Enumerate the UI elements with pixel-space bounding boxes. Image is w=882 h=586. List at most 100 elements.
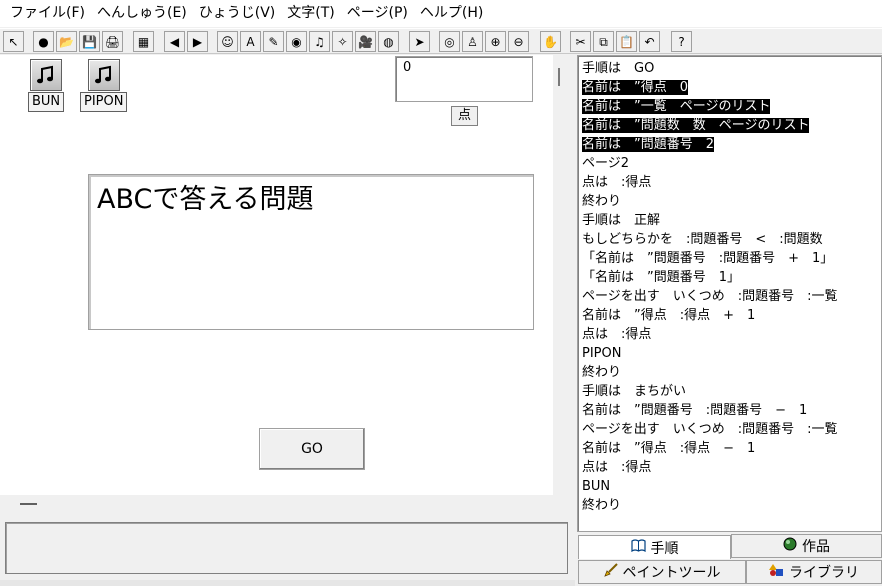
magic-wand-icon[interactable]: ✧ [332,31,353,52]
script-panel[interactable]: 手順は GO 名前は ”得点 0 名前は ”一覧 ページのリスト名前は ”問題数 数… [577,55,882,532]
save-icon[interactable]: 💾 [79,31,100,52]
music-icon[interactable]: ♫ [309,31,330,52]
copy-icon[interactable]: ⧉ [593,31,614,52]
next-page-icon[interactable]: ▶ [187,31,208,52]
script-line-text: 手順は GO [582,61,655,76]
script-line[interactable]: もしどちらかを :問題番号 < :問題数 [582,230,877,249]
score-field[interactable]: 0 [395,56,533,102]
prev-page-icon[interactable]: ◀ [164,31,185,52]
help-icon[interactable]: ? [671,31,692,52]
horizontal-scroll-strip[interactable] [0,495,575,519]
music-note-icon [30,59,63,91]
tab-library[interactable]: ライブラリ [746,560,882,584]
script-line[interactable]: 名前は ”問題数 数 ページのリスト [582,116,877,135]
pipon-sound-button[interactable]: PIPON [80,59,128,112]
tab-procedure-label: 手順 [650,540,679,557]
script-line[interactable]: 名前は ”得点 :得点 − 1 [582,439,877,458]
movie-icon[interactable]: 🎥 [355,31,376,52]
menu-item-2[interactable]: ひょうじ(V) [193,0,282,27]
script-line[interactable]: ページを出す いくつめ :問題番号 :一覧 [582,420,877,439]
script-line-text: ページを出す いくつめ :問題番号 :一覧 [582,289,838,304]
paste-icon[interactable]: 📋 [616,31,637,52]
go-button[interactable]: GO [259,428,365,470]
tab-paint-tool-label: ペイントツール [622,565,721,581]
script-line[interactable]: PIPON [582,344,877,363]
script-line[interactable]: 終わり [582,496,877,515]
script-line[interactable]: ページ2 [582,154,877,173]
tab-procedure[interactable]: 手順 [578,535,731,559]
script-line[interactable]: 名前は ”一覧 ページのリスト [582,97,877,116]
undo-icon[interactable]: ↶ [639,31,660,52]
bun-label: BUN [28,92,65,112]
script-line[interactable]: 点は :得点 [582,173,877,192]
score-label: 点 [451,106,478,126]
script-line-text: 終わり [582,194,622,209]
tab-works[interactable]: 作品 [731,534,882,558]
script-line[interactable]: 点は :得点 [582,458,877,477]
script-line-text: 「名前は ”問題番号 :問題番号 + 1」 [582,251,834,266]
menu-item-4[interactable]: ページ(P) [341,0,414,27]
script-line[interactable]: 名前は ”得点 0 [582,78,877,97]
text-box-icon[interactable]: A [240,31,261,52]
bottom-edge [0,580,575,586]
script-line[interactable]: 手順は 正解 [582,211,877,230]
menu-item-3[interactable]: 文字(T) [281,0,340,27]
scroll-indicator[interactable] [558,68,560,86]
globe-icon[interactable]: ◍ [378,31,399,52]
menu-item-5[interactable]: ヘルプ(H) [414,0,489,27]
question-text-box[interactable]: ABCで答える問題 [88,174,534,330]
select-arrow-icon[interactable]: ➤ [409,31,430,52]
character-icon[interactable]: ☺ [217,31,238,52]
toolbar: ↖ ● 📂 💾 🖨 ▦ ◀ ▶ ☺ A ✎ ◉ ♫ ✧ 🎥 ◍ ➤ ◎ ♙ ⊕ ⊖ ✋ ✂ ⧉ 📋 ↶? [0,28,882,54]
script-line-text: BUN [582,479,611,494]
script-line-text: 点は :得点 [582,327,652,342]
menu-item-1[interactable]: へんしゅう(E) [91,0,193,27]
script-line-text: 点は :得点 [582,175,652,190]
script-line-text: 名前は ”問題番号 :問題番号 − 1 [582,403,808,418]
menu-item-0[interactable]: ファイル(F) [4,0,91,27]
music-note-icon [87,59,120,91]
script-line-text: 「名前は ”問題番号 1」 [582,270,741,285]
scroll-thumb[interactable] [20,503,37,505]
script-line[interactable]: 名前は ”得点 :得点 + 1 [582,306,877,325]
script-line-text: 名前は ”問題番号 2 [582,137,715,152]
script-line[interactable]: BUN [582,477,877,496]
book-icon [630,539,646,556]
open-folder-icon[interactable]: 📂 [56,31,77,52]
script-line[interactable]: 名前は ”問題番号 2 [582,135,877,154]
script-line-text: 名前は ”問題数 数 ページのリスト [582,118,810,133]
eye-icon[interactable]: ◎ [439,31,460,52]
script-line[interactable]: 名前は ”問題番号 :問題番号 − 1 [582,401,877,420]
new-item-icon[interactable]: ● [33,31,54,52]
script-line[interactable]: 終わり [582,192,877,211]
script-line-text: 終わり [582,498,622,513]
zoom-in-icon[interactable]: ⊕ [485,31,506,52]
script-line-text: ページを出す いくつめ :問題番号 :一覧 [582,422,838,437]
draw-tool-icon[interactable]: ✎ [263,31,284,52]
print-icon[interactable]: 🖨 [102,31,123,52]
script-line[interactable]: 終わり [582,363,877,382]
stamp-icon[interactable]: ♙ [462,31,483,52]
panel-tabs: 手順 作品 ペイントツール ライブラリ [577,533,882,586]
zoom-out-icon[interactable]: ⊖ [508,31,529,52]
tab-paint-tool[interactable]: ペイントツール [578,560,746,584]
page-canvas[interactable]: BUN PIPON 0 点 ABCで答える問題 GO [0,55,553,495]
cut-icon[interactable]: ✂ [570,31,591,52]
script-line[interactable]: 「名前は ”問題番号 1」 [582,268,877,287]
script-line-text: もしどちらかを :問題番号 < :問題数 [582,232,823,247]
script-line[interactable]: ページを出す いくつめ :問題番号 :一覧 [582,287,877,306]
pointer-tool-icon[interactable]: ↖ [3,31,24,52]
script-line[interactable]: 手順は まちがい [582,382,877,401]
button-tool-icon[interactable]: ◉ [286,31,307,52]
page-view-icon[interactable]: ▦ [133,31,154,52]
script-line[interactable]: 「名前は ”問題番号 :問題番号 + 1」 [582,249,877,268]
message-box [5,522,568,574]
script-line-text: PIPON [582,346,622,361]
bun-sound-button[interactable]: BUN [28,59,65,112]
pipon-label: PIPON [80,92,128,112]
tab-library-label: ライブラリ [789,565,859,581]
stop-hand-icon[interactable]: ✋ [540,31,561,52]
script-line-text: 手順は 正解 [582,213,661,228]
script-line[interactable]: 手順は GO [582,59,877,78]
script-line[interactable]: 点は :得点 [582,325,877,344]
